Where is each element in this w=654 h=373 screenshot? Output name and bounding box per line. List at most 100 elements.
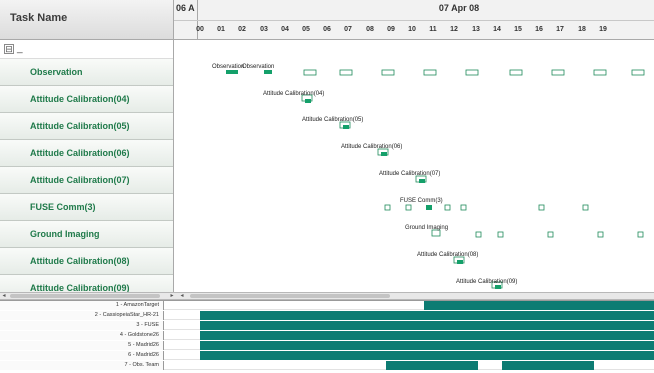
resource-usage-bar[interactable] [200, 331, 654, 340]
resource-row[interactable]: 4 - Goldstone26 [0, 331, 654, 340]
hour-tick: 05 [302, 26, 310, 33]
resource-label: 6 - Madrid26 [0, 351, 164, 360]
task-row-ground-imaging[interactable]: Ground Imaging [0, 221, 173, 248]
gantt-chart-area[interactable]: 06 A 07 Apr 08 00 01 02 03 04 05 06 07 0… [174, 0, 654, 296]
attitude-calibration-07-bars [415, 175, 427, 183]
attitude-calibration-05-bars [339, 121, 351, 129]
task-bar[interactable] [495, 285, 501, 289]
resource-label: 1 - AmazonTarget [0, 301, 164, 310]
resource-usage-bar[interactable] [200, 321, 654, 330]
placeholder-bar[interactable] [405, 204, 412, 211]
task-bar[interactable] [305, 99, 311, 103]
placeholder-bar[interactable] [637, 231, 644, 238]
resource-track [200, 351, 654, 360]
timeline-date-label: 07 Apr 08 [438, 3, 480, 13]
resource-usage-bar[interactable] [386, 361, 478, 370]
task-name-column-header[interactable]: Task Name [0, 0, 173, 40]
task-bar[interactable] [343, 125, 349, 129]
gantt-bars: Observation Observation Attitude Calibra… [212, 64, 645, 289]
resource-label: 3 - FUSE [0, 321, 164, 330]
hour-tick: 19 [599, 26, 607, 33]
hour-tick: 14 [493, 26, 501, 33]
task-label: Attitude Calibration(05) [30, 121, 130, 131]
hour-tick: 18 [578, 26, 586, 33]
task-group-label: _ [17, 43, 23, 54]
attitude-calibration-08-bars [453, 256, 465, 264]
resource-usage-bar[interactable] [200, 341, 654, 350]
placeholder-bar[interactable] [465, 69, 479, 76]
placeholder-bar[interactable] [582, 204, 589, 211]
hour-tick: 04 [281, 26, 289, 33]
resource-usage-bar[interactable] [424, 301, 654, 310]
scroll-right-icon[interactable]: ▸ [168, 293, 176, 299]
task-list-panel: Task Name ⊟ _ Observation Attitude Calib… [0, 0, 174, 296]
resource-row[interactable]: 7 - Obs. Team [0, 361, 654, 370]
scrollbar-thumb[interactable] [190, 294, 390, 298]
placeholder-bar[interactable] [551, 69, 565, 76]
placeholder-bar[interactable] [423, 69, 437, 76]
placeholder-bar[interactable] [631, 69, 645, 76]
hour-tick: 11 [429, 26, 437, 33]
task-bar[interactable] [426, 205, 432, 210]
task-bar[interactable] [226, 70, 238, 74]
placeholder-bar[interactable] [597, 231, 604, 238]
hour-tick: 03 [260, 26, 268, 33]
resource-label: 7 - Obs. Team [0, 361, 164, 370]
placeholder-bar[interactable] [381, 69, 395, 76]
bar-label: Attitude Calibration(09) [456, 279, 517, 285]
resource-row[interactable]: 5 - Madrid26 [0, 341, 654, 350]
resource-usage-bar[interactable] [502, 361, 594, 370]
task-row-attitude-calibration-08[interactable]: Attitude Calibration(08) [0, 248, 173, 275]
placeholder-bar[interactable] [497, 231, 504, 238]
resource-row[interactable]: 2 - CassiopeiaStar_HR-21 [0, 311, 654, 320]
task-list-horizontal-scrollbar[interactable]: ◂ ▸ [0, 292, 178, 300]
chart-horizontal-scrollbar[interactable]: ◂ [178, 292, 654, 300]
task-bar[interactable] [381, 152, 387, 156]
hour-tick: 17 [556, 26, 564, 33]
hour-tick: 00 [196, 26, 204, 33]
resource-track [200, 331, 654, 340]
bar-label: Attitude Calibration(07) [379, 171, 440, 177]
task-bar[interactable] [457, 260, 463, 264]
resource-row[interactable]: 3 - FUSE [0, 321, 654, 330]
collapse-group-icon[interactable]: ⊟ [4, 44, 14, 54]
task-row-observation[interactable]: Observation [0, 59, 173, 86]
task-bar[interactable] [264, 70, 272, 74]
placeholder-bar[interactable] [475, 231, 482, 238]
scroll-left-icon[interactable]: ◂ [0, 293, 8, 299]
placeholder-bar[interactable] [509, 69, 523, 76]
placeholder-bar[interactable] [339, 69, 353, 76]
task-row-attitude-calibration-05[interactable]: Attitude Calibration(05) [0, 113, 173, 140]
placeholder-bar[interactable] [303, 69, 317, 76]
task-row-fuse-comm-3[interactable]: FUSE Comm(3) [0, 194, 173, 221]
scrollbar-thumb[interactable] [10, 294, 160, 298]
task-group-row[interactable]: ⊟ _ [0, 40, 173, 59]
bar-label: Attitude Calibration(05) [302, 117, 363, 123]
task-name-header-label: Task Name [10, 12, 68, 24]
task-label: Observation [30, 67, 83, 77]
task-row-attitude-calibration-07[interactable]: Attitude Calibration(07) [0, 167, 173, 194]
task-label: Attitude Calibration(08) [30, 256, 130, 266]
resource-row[interactable]: 6 - Madrid26 [0, 351, 654, 360]
bar-label: Attitude Calibration(04) [263, 91, 324, 97]
placeholder-bar[interactable] [384, 204, 391, 211]
resource-usage-bar[interactable] [200, 351, 654, 360]
fuse-comm-bars [384, 204, 589, 211]
placeholder-bar[interactable] [547, 231, 554, 238]
task-row-attitude-calibration-06[interactable]: Attitude Calibration(06) [0, 140, 173, 167]
bar-label: FUSE Comm(3) [400, 198, 443, 204]
placeholder-bar[interactable] [444, 204, 451, 211]
placeholder-bar[interactable] [593, 69, 607, 76]
hour-scale-row: 00 01 02 03 04 05 06 07 08 09 10 11 12 1… [174, 20, 654, 40]
placeholder-bar[interactable] [460, 204, 467, 211]
scroll-left-icon[interactable]: ◂ [178, 293, 186, 299]
resource-row[interactable]: 1 - AmazonTarget [0, 301, 654, 310]
bar-label: Ground Imaging [405, 225, 448, 231]
hour-tick: 13 [472, 26, 480, 33]
attitude-calibration-06-bars [377, 148, 389, 156]
task-row-attitude-calibration-04[interactable]: Attitude Calibration(04) [0, 86, 173, 113]
task-bar[interactable] [419, 179, 425, 183]
resource-usage-bar[interactable] [200, 311, 654, 320]
placeholder-bar[interactable] [538, 204, 545, 211]
resource-track [200, 361, 654, 370]
